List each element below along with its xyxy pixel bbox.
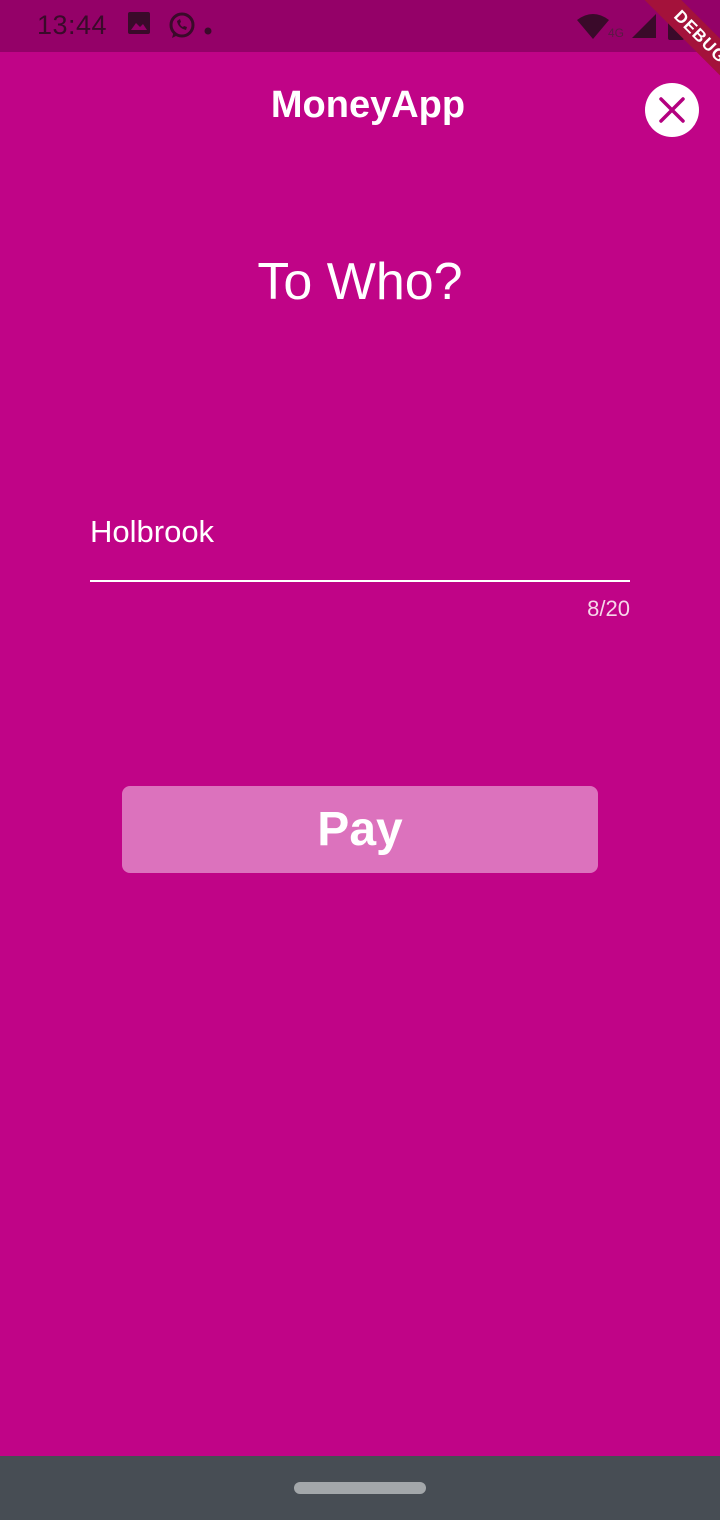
notification-dot-icon	[204, 22, 212, 40]
close-icon	[659, 97, 685, 123]
system-navigation-bar	[0, 1456, 720, 1520]
recipient-field[interactable]	[90, 508, 630, 582]
recipient-input[interactable]	[90, 508, 630, 556]
home-gesture-handle[interactable]	[294, 1482, 426, 1494]
close-button[interactable]	[645, 83, 699, 137]
status-time: 13:44	[37, 10, 108, 40]
page-heading: To Who?	[257, 253, 463, 311]
image-icon	[128, 12, 150, 39]
battery-icon	[668, 10, 684, 45]
wifi-icon	[577, 14, 609, 45]
app-title: MoneyApp	[270, 84, 466, 126]
whatsapp-icon	[167, 11, 197, 46]
signal-icon	[630, 12, 658, 45]
character-counter: 8/20	[587, 596, 630, 621]
pay-button[interactable]: Pay	[122, 786, 598, 873]
network-type-label: 4G	[608, 26, 625, 40]
status-bar: 13:44 4G	[0, 0, 720, 52]
